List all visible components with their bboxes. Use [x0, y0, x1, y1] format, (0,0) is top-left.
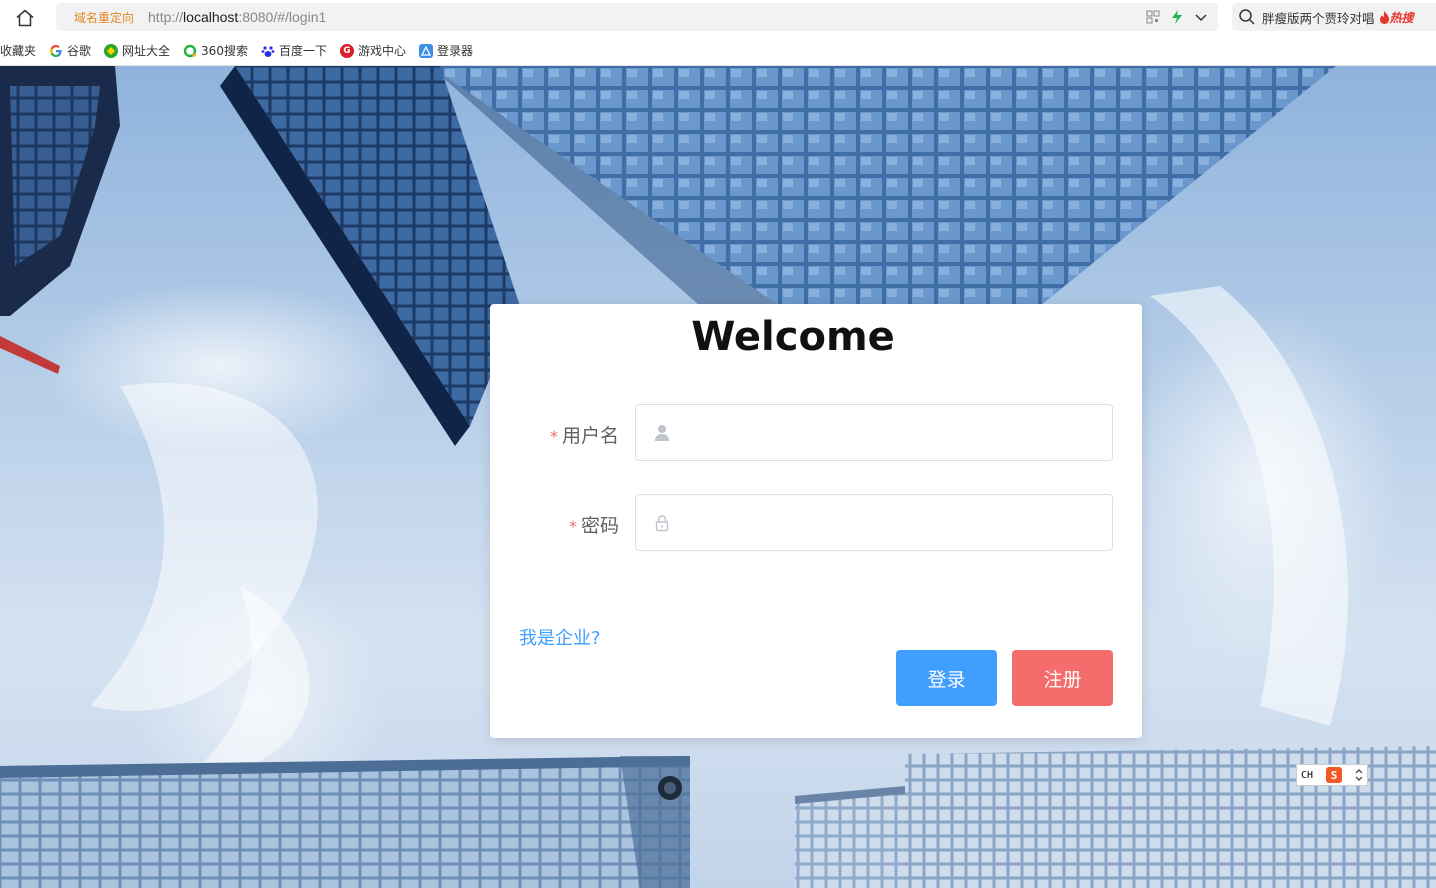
lock-icon: [652, 513, 672, 533]
url-field[interactable]: 域名重定向 http://localhost:8080/#/login1: [56, 3, 1218, 31]
ime-language[interactable]: CH: [1301, 770, 1313, 781]
login-button[interactable]: 登录: [896, 650, 997, 706]
qr-code-icon[interactable]: [1146, 10, 1160, 24]
username-label: * 用户名: [499, 421, 619, 448]
search-360-icon: [183, 44, 197, 58]
lightning-icon[interactable]: [1170, 9, 1184, 25]
browser-search-box[interactable]: 胖瘦版两个贾玲对唱 热搜: [1232, 3, 1436, 31]
launcher-icon: [418, 43, 433, 58]
register-button[interactable]: 注册: [1012, 650, 1113, 706]
google-icon: [49, 44, 63, 58]
page-title: Welcome: [691, 314, 895, 360]
bookmark-google[interactable]: 谷歌: [49, 42, 91, 59]
bookmark-favorites[interactable]: 收藏夹: [0, 42, 36, 59]
home-icon: [16, 9, 34, 27]
url-text[interactable]: http://localhost:8080/#/login1: [148, 9, 326, 25]
url-actions: [1146, 7, 1208, 27]
bookmark-game-center[interactable]: G 游戏中心: [339, 42, 406, 59]
url-rest: :8080/#/login1: [238, 9, 327, 25]
username-label-text: 用户名: [561, 425, 619, 447]
bookmark-label: 360搜索: [201, 44, 248, 58]
bookmark-baidu[interactable]: 百度一下: [261, 42, 327, 59]
fire-icon: [1379, 10, 1389, 24]
navigation-icon: [104, 43, 119, 58]
password-label-text: 密码: [580, 515, 619, 537]
bookmark-label: 谷歌: [67, 44, 92, 58]
user-icon: [652, 423, 672, 443]
bookmark-label: 百度一下: [278, 44, 327, 58]
bookmark-label: 网址大全: [122, 44, 171, 58]
bookmarks-bar: 收藏夹 谷歌 网址大全 360搜索 百度一下 G 游戏中心 登录器: [0, 36, 1436, 66]
sogou-ime-icon: S: [1326, 767, 1343, 783]
login-card: Welcome * 用户名 * 密码 我是企业? 登录 注册: [490, 304, 1142, 738]
url-host: localhost: [183, 9, 239, 25]
required-mark: *: [549, 427, 558, 446]
search-icon: [1239, 9, 1255, 25]
hot-badge-label: 热搜: [1389, 10, 1414, 25]
redirect-tag[interactable]: 域名重定向: [74, 9, 134, 26]
search-hot-text[interactable]: 胖瘦版两个贾玲对唱: [1262, 8, 1375, 27]
game-icon: G: [339, 43, 354, 58]
browser-address-bar: 域名重定向 http://localhost:8080/#/login1 胖瘦版…: [0, 0, 1436, 36]
enterprise-login-link[interactable]: 我是企业?: [519, 624, 601, 650]
password-label: * 密码: [499, 511, 619, 538]
bookmark-navigation[interactable]: 网址大全: [104, 42, 170, 59]
username-input[interactable]: [672, 405, 1112, 460]
username-field[interactable]: [635, 404, 1113, 461]
hot-badge: 热搜: [1379, 9, 1414, 26]
ime-toolbar[interactable]: CH S: [1296, 764, 1368, 786]
chevron-down-icon[interactable]: [1194, 10, 1208, 24]
bookmark-label: 游戏中心: [357, 44, 406, 58]
bookmark-label: 登录器: [436, 44, 473, 58]
required-mark: *: [568, 517, 577, 536]
page-viewport: Welcome * 用户名 * 密码 我是企业? 登录 注册 CH S: [0, 66, 1436, 888]
bookmark-label: 收藏夹: [0, 44, 37, 58]
bookmark-360-search[interactable]: 360搜索: [183, 42, 248, 59]
home-button[interactable]: [12, 6, 38, 30]
password-field[interactable]: [635, 494, 1113, 551]
ime-menu-icon[interactable]: [1355, 768, 1363, 782]
bookmark-launcher[interactable]: 登录器: [418, 42, 473, 59]
url-scheme: http://: [148, 9, 184, 25]
password-input[interactable]: [672, 495, 1112, 550]
baidu-paw-icon: [261, 44, 275, 58]
